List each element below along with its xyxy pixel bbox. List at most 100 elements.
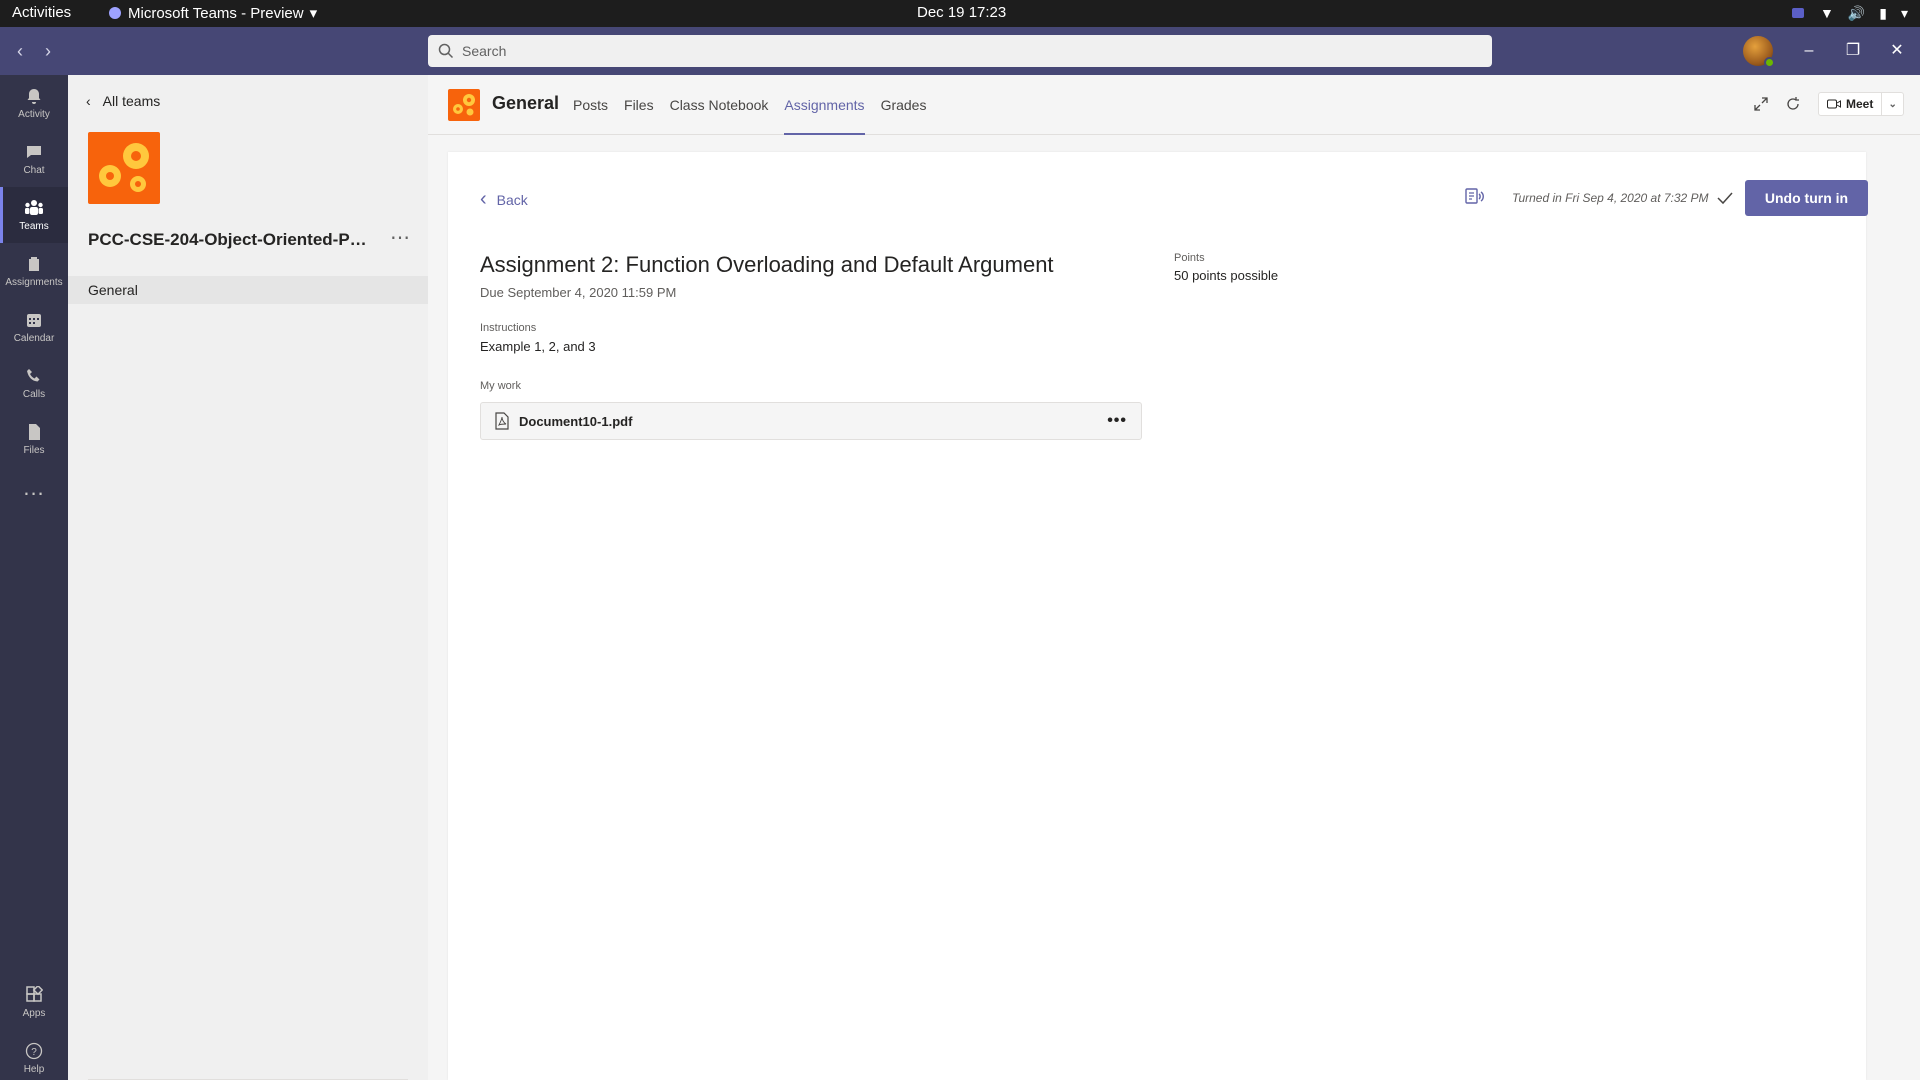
- rail-item-activity[interactable]: Activity: [0, 75, 68, 131]
- apps-icon: [24, 985, 44, 1005]
- rail-label: Apps: [22, 1008, 46, 1019]
- rail-item-calls[interactable]: Calls: [0, 355, 68, 411]
- meet-main[interactable]: Meet: [1819, 93, 1883, 115]
- rail-item-chat[interactable]: Chat: [0, 131, 68, 187]
- all-teams-label: All teams: [102, 93, 161, 109]
- immersive-reader-icon[interactable]: [1464, 186, 1486, 208]
- rail-item-teams[interactable]: Teams: [0, 187, 68, 243]
- channel-tabs: Posts Files Class Notebook Assignments G…: [573, 75, 926, 135]
- rail-label: Teams: [19, 221, 49, 232]
- assignments-icon: [24, 254, 44, 274]
- forward-arrow-icon[interactable]: ›: [36, 39, 60, 63]
- tab-class-notebook[interactable]: Class Notebook: [670, 75, 769, 135]
- chevron-down-icon: ▾: [1900, 5, 1908, 21]
- teams-tray-icon: [1791, 8, 1804, 18]
- status-text: Turned in Fri Sep 4, 2020 at 7:32 PM: [1512, 191, 1709, 205]
- bell-icon: [24, 86, 44, 106]
- rail-item-files[interactable]: Files: [0, 411, 68, 467]
- chat-icon: [24, 142, 44, 162]
- rail-label: Help: [23, 1064, 45, 1075]
- rail-label: Assignments: [5, 277, 63, 288]
- system-top-bar: Activities Microsoft Teams - Preview ▾ D…: [0, 0, 1920, 27]
- turned-in-status: Turned in Fri Sep 4, 2020 at 7:32 PM: [1512, 191, 1733, 205]
- rail-label: Chat: [23, 165, 45, 176]
- clock[interactable]: Dec 19 17:23: [917, 4, 1006, 21]
- tab-posts[interactable]: Posts: [573, 75, 608, 135]
- activities-button[interactable]: Activities: [12, 4, 71, 21]
- pdf-file-icon: [495, 412, 509, 430]
- more-apps-icon[interactable]: ...: [0, 475, 68, 501]
- back-label: Back: [496, 191, 528, 208]
- more-options-icon[interactable]: •••: [1107, 412, 1127, 430]
- wifi-icon: ▼: [1819, 5, 1834, 21]
- app-menu[interactable]: Microsoft Teams - Preview ▾: [108, 4, 317, 22]
- instructions-label: Instructions: [480, 322, 537, 334]
- phone-icon: [24, 366, 44, 386]
- due-date: Due September 4, 2020 11:59 PM: [480, 285, 677, 300]
- search-bar[interactable]: [428, 35, 1492, 67]
- close-icon[interactable]: ✕: [1885, 39, 1909, 63]
- meet-button[interactable]: Meet ⌄: [1818, 92, 1904, 116]
- points-label: Points: [1174, 252, 1205, 264]
- svg-text:?: ?: [31, 1047, 37, 1058]
- teams-icon: [24, 198, 44, 218]
- chevron-left-icon: ‹: [86, 93, 91, 109]
- search-icon: [438, 43, 454, 59]
- volume-icon: 🔊: [1847, 5, 1866, 21]
- all-teams-link[interactable]: ‹ All teams: [86, 93, 160, 109]
- gears-icon: [99, 143, 149, 192]
- channel-header: General Posts Files Class Notebook Assig…: [428, 75, 1920, 135]
- rail-label: Calendar: [13, 333, 55, 344]
- assignment-title: Assignment 2: Function Overloading and D…: [480, 252, 1054, 277]
- team-logo: [88, 132, 160, 204]
- teams-titlebar: ‹ › – ❐ ✕: [0, 27, 1920, 75]
- help-icon: ?: [24, 1041, 44, 1061]
- expand-icon[interactable]: [1750, 93, 1772, 115]
- more-options-icon[interactable]: ⋯: [390, 225, 410, 250]
- my-work-label: My work: [480, 380, 521, 392]
- tab-files[interactable]: Files: [624, 75, 654, 135]
- undo-turn-in-button[interactable]: Undo turn in: [1745, 180, 1868, 216]
- chevron-left-icon: ‹: [480, 188, 487, 210]
- app-rail: Activity Chat Teams Assignments Calendar…: [0, 75, 68, 1080]
- rail-item-assignments[interactable]: Assignments: [0, 243, 68, 299]
- channel-item-general[interactable]: General: [68, 276, 428, 304]
- system-tray[interactable]: ▼ 🔊 ▮ ▾: [1790, 4, 1908, 22]
- back-button[interactable]: ‹ Back: [480, 188, 528, 211]
- app-name: Microsoft Teams - Preview: [128, 4, 304, 22]
- checkmark-icon: [1717, 192, 1733, 205]
- back-arrow-icon[interactable]: ‹: [8, 39, 32, 63]
- points-value: 50 points possible: [1174, 268, 1279, 283]
- rail-label: Calls: [22, 389, 46, 400]
- gears-icon: [453, 94, 475, 116]
- attached-file[interactable]: Document10-1.pdf •••: [480, 402, 1142, 440]
- channel-label: General: [88, 282, 138, 298]
- tab-grades[interactable]: Grades: [881, 75, 927, 135]
- video-camera-icon: [1827, 99, 1841, 109]
- rail-item-calendar[interactable]: Calendar: [0, 299, 68, 355]
- file-name[interactable]: Document10-1.pdf: [519, 414, 632, 429]
- teams-app-icon: [109, 7, 121, 19]
- instructions-text: Example 1, 2, and 3: [480, 339, 596, 354]
- channel-title: General: [492, 93, 560, 113]
- refresh-icon[interactable]: [1782, 93, 1804, 115]
- battery-icon: ▮: [1879, 5, 1887, 21]
- tab-assignments[interactable]: Assignments: [784, 75, 865, 135]
- file-icon: [24, 422, 44, 442]
- meet-label: Meet: [1846, 97, 1874, 111]
- channel-team-icon: [448, 89, 480, 121]
- avatar[interactable]: [1743, 36, 1775, 68]
- minimize-icon[interactable]: –: [1797, 39, 1821, 63]
- chevron-down-icon[interactable]: ⌄: [1882, 99, 1903, 110]
- calendar-icon: [24, 310, 44, 330]
- rail-label: Files: [23, 445, 45, 456]
- rail-label: Activity: [18, 109, 50, 120]
- presence-indicator: [1764, 57, 1775, 68]
- rail-item-help[interactable]: ? Help: [0, 1030, 68, 1080]
- rail-item-apps[interactable]: Apps: [0, 974, 68, 1030]
- restore-icon[interactable]: ❐: [1841, 39, 1865, 63]
- search-input[interactable]: [462, 43, 1362, 59]
- team-panel: ‹ All teams PCC-CSE-204-Object-Oriented-…: [68, 75, 428, 1080]
- team-name[interactable]: PCC-CSE-204-Object-Oriented-Programming: [88, 230, 373, 250]
- assignment-card: ‹ Back Turned in Fri Sep 4, 2020 at 7:32…: [448, 152, 1868, 1080]
